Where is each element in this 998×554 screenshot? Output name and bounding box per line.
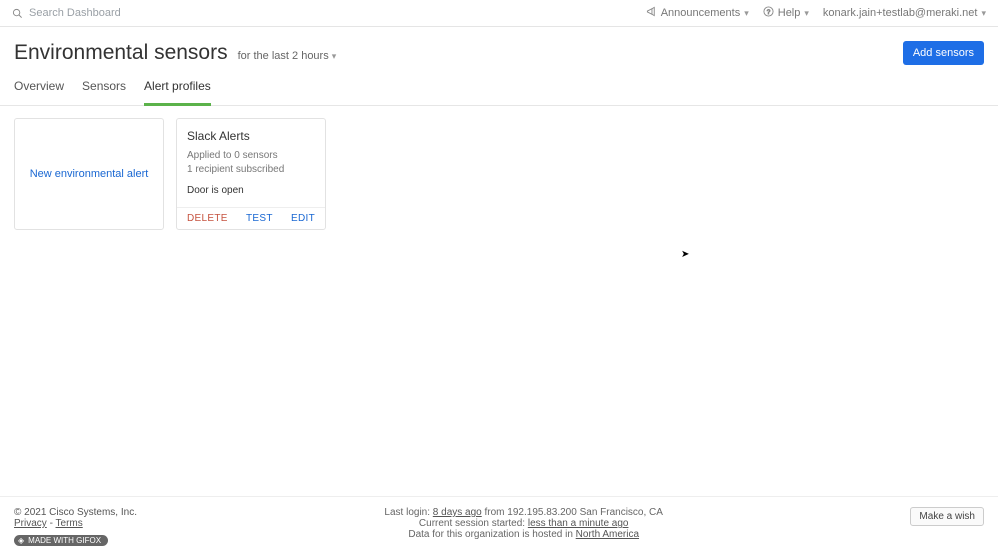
content-area: New environmental alert Slack Alerts App… [0,106,998,242]
page-title: Environmental sensors [14,41,228,65]
svg-text:?: ? [766,9,770,16]
alert-profile-recipients: 1 recipient subscribed [187,163,315,177]
megaphone-icon [646,6,657,20]
alert-profile-card[interactable]: Slack Alerts Applied to 0 sensors 1 reci… [176,118,326,230]
chevron-down-icon: ▾ [744,8,749,19]
announcements-menu[interactable]: Announcements ▾ [646,6,749,20]
last-login-link[interactable]: 8 days ago [433,507,482,518]
terms-link[interactable]: Terms [56,518,83,529]
gifox-icon: ◈ [18,536,24,545]
gifox-label: MADE WITH GIFOX [28,536,101,545]
session-prefix: Current session started: [419,518,528,529]
chevron-down-icon: ▾ [804,8,809,19]
new-environmental-alert-link[interactable]: New environmental alert [30,168,149,180]
footer: © 2021 Cisco Systems, Inc. Privacy - Ter… [0,496,998,554]
help-menu[interactable]: ? Help ▾ [763,6,809,20]
last-login-suffix: from 192.195.83.200 San Francisco, CA [482,507,663,518]
last-login-prefix: Last login: [384,507,432,518]
help-icon: ? [763,6,774,20]
edit-button[interactable]: EDIT [291,213,315,224]
tab-alert-profiles[interactable]: Alert profiles [144,73,211,106]
user-email: konark.jain+testlab@meraki.net [823,7,978,19]
chevron-down-icon: ▾ [332,51,337,62]
search-icon[interactable] [12,8,23,19]
chevron-down-icon: ▾ [981,8,986,19]
time-range-label: for the last 2 hours [238,50,329,62]
tab-overview[interactable]: Overview [14,73,64,105]
cursor-icon: ➤ [681,249,689,260]
alert-profile-name: Slack Alerts [187,129,315,143]
announcements-label: Announcements [661,7,741,19]
gifox-badge: ◈ MADE WITH GIFOX [14,535,108,546]
page-header: Environmental sensors for the last 2 hou… [0,27,998,73]
user-menu[interactable]: konark.jain+testlab@meraki.net ▾ [823,7,986,19]
new-alert-card[interactable]: New environmental alert [14,118,164,230]
help-label: Help [778,7,801,19]
session-link[interactable]: less than a minute ago [528,518,629,529]
make-a-wish-button[interactable]: Make a wish [910,507,984,526]
add-sensors-button[interactable]: Add sensors [903,41,984,65]
delete-button[interactable]: DELETE [187,213,228,224]
hosted-link[interactable]: North America [576,529,639,540]
time-range-selector[interactable]: for the last 2 hours ▾ [238,50,337,62]
tab-sensors[interactable]: Sensors [82,73,126,105]
test-button[interactable]: TEST [246,213,273,224]
search-input[interactable]: Search Dashboard [29,7,121,19]
topbar: Search Dashboard Announcements ▾ ? Help … [0,0,998,27]
alert-profile-applied: Applied to 0 sensors [187,149,315,163]
hosted-prefix: Data for this organization is hosted in [408,529,575,540]
copyright: © 2021 Cisco Systems, Inc. [14,507,137,518]
alert-profile-condition: Door is open [187,185,315,196]
tabs: Overview Sensors Alert profiles [0,73,998,106]
privacy-link[interactable]: Privacy [14,518,47,529]
